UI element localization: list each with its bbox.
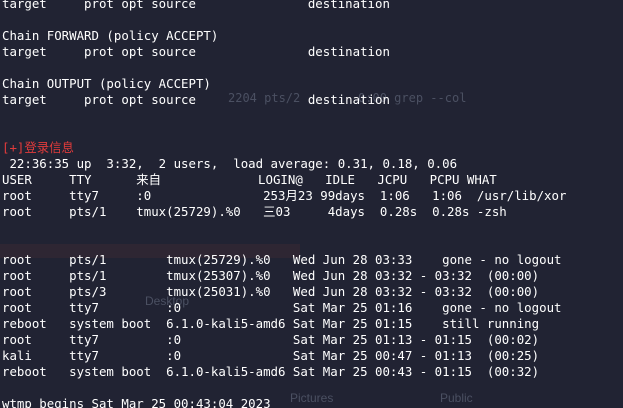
- terminal-line: target prot opt source destination: [2, 92, 390, 107]
- terminal-line: Chain OUTPUT (policy ACCEPT): [2, 76, 211, 91]
- terminal-line: root pts/3 tmux(25031).%0 Wed Jun 28 03:…: [2, 284, 540, 299]
- terminal-line: root tty7 :0 Sat Mar 25 01:16 gone - no …: [2, 300, 562, 315]
- terminal-line: target prot opt source destination: [2, 44, 390, 59]
- terminal-line: USER TTY 来自 LOGIN@ IDLE JCPU PCPU WHAT: [2, 172, 497, 187]
- terminal-line: kali tty7 :0 Sat Mar 25 00:47 - 01:13 (0…: [2, 348, 540, 363]
- terminal-line: root pts/1 tmux(25729).%0 三03 4days 0.28…: [2, 204, 507, 219]
- terminal-line: root tty7 :0 253月23 99days 1:06 1:06 /us…: [2, 188, 567, 203]
- ghost-public-label: Public: [440, 391, 473, 405]
- terminal-window[interactable]: 2204 pts/2 ... 0:00 grep --col Desktop P…: [0, 0, 623, 408]
- terminal-line: root pts/1 tmux(25729).%0 Wed Jun 28 03:…: [2, 252, 562, 267]
- terminal-line: wtmp begins Sat Mar 25 00:43:04 2023: [2, 396, 271, 408]
- ghost-pictures-label: Pictures: [290, 391, 334, 405]
- terminal-line: target prot opt source destination: [2, 0, 390, 11]
- terminal-line: [+]登录信息: [2, 140, 74, 155]
- terminal-line: reboot system boot 6.1.0-kali5-amd6 Sat …: [2, 364, 540, 379]
- terminal-line: Chain FORWARD (policy ACCEPT): [2, 28, 219, 43]
- terminal-line: reboot system boot 6.1.0-kali5-amd6 Sat …: [2, 316, 540, 331]
- terminal-line: root tty7 :0 Sat Mar 25 01:13 - 01:15 (0…: [2, 332, 540, 347]
- terminal-line: 22:36:35 up 3:32, 2 users, load average:…: [2, 156, 458, 171]
- terminal-line: root pts/1 tmux(25307).%0 Wed Jun 28 03:…: [2, 268, 540, 283]
